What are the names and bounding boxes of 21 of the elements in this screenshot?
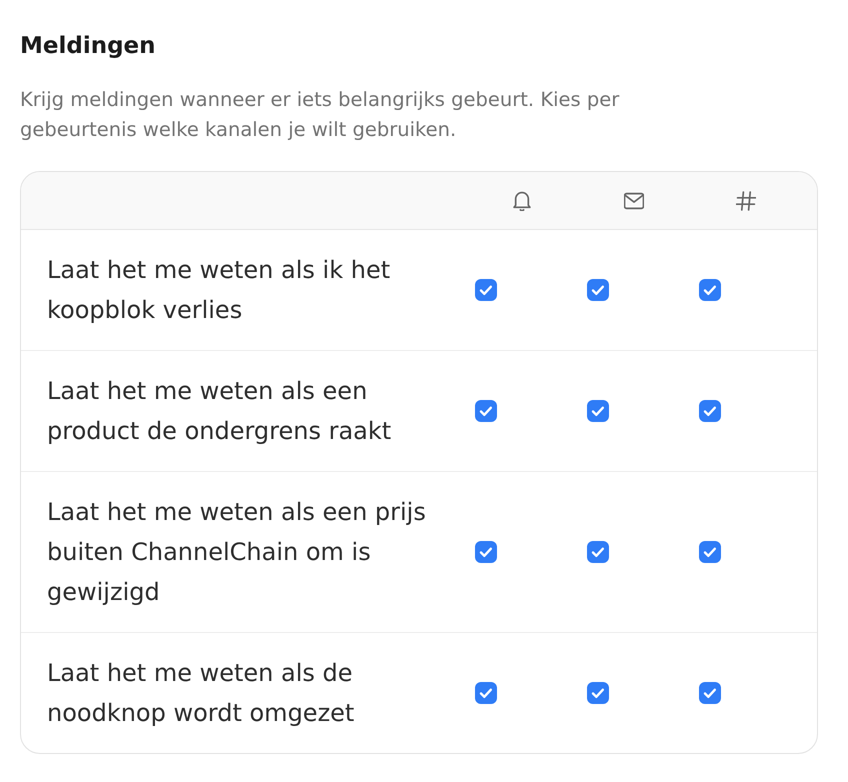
bell-icon — [512, 190, 532, 210]
event-label: Laat het me weten als de noodknop wordt omgezet — [46, 658, 356, 729]
event-label: Laat het me weten als ik het koopblok verlies — [46, 255, 392, 326]
section-title: Meldingen — [20, 32, 156, 61]
mail-icon — [624, 190, 644, 210]
checkbox[interactable] — [699, 400, 721, 422]
checkbox[interactable] — [699, 541, 721, 563]
checkbox[interactable] — [475, 682, 497, 704]
checkbox[interactable] — [587, 541, 609, 563]
event-label: Laat het me weten als een product de ondergrens raakt — [46, 376, 392, 447]
checkbox[interactable] — [699, 682, 721, 704]
checkbox[interactable] — [475, 400, 497, 422]
checkbox[interactable] — [475, 541, 497, 563]
checkbox[interactable] — [587, 682, 609, 704]
checkbox[interactable] — [699, 279, 721, 301]
event-label: Laat het me weten als een prijs buiten ChannelChain om is gewijzigd — [46, 497, 427, 608]
section-description: Krijg meldingen wanneer er iets belangrijks gebeurt. Kies per gebeurtenis welke kanalen je wilt gebruiken. — [20, 87, 620, 143]
checkbox[interactable] — [587, 400, 609, 422]
checkbox[interactable] — [587, 279, 609, 301]
checkbox[interactable] — [475, 279, 497, 301]
hash-icon — [736, 190, 756, 210]
